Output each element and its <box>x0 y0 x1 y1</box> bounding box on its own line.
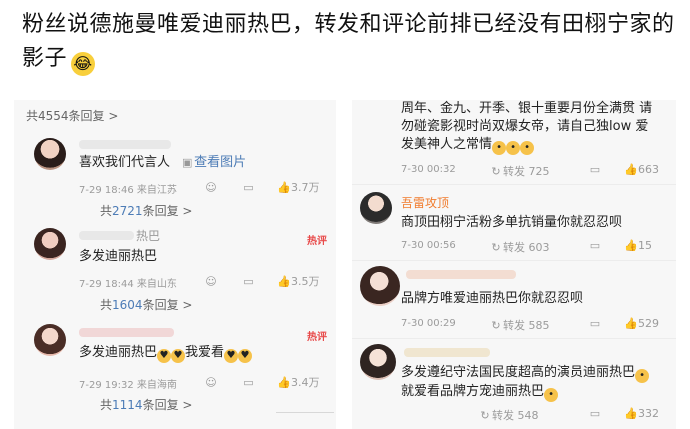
divider <box>352 184 676 185</box>
blurred-username <box>79 231 134 240</box>
comment-text: 多发迪丽热巴 <box>79 249 158 264</box>
smile-emoji-icon: • <box>544 388 559 402</box>
like-count: 3.5万 <box>291 275 320 288</box>
comment-icon[interactable]: ▭ <box>588 317 602 331</box>
avatar[interactable] <box>360 266 400 306</box>
cheering-emoji-icon: ♥ <box>224 349 239 363</box>
divider <box>352 338 676 339</box>
comment-icon[interactable]: ▭ <box>588 239 602 253</box>
left-comment-panel: 共4554条回复 > 喜欢我们代言人 ▣ 查看图片 7-29 18:46 来自江苏… <box>14 100 336 429</box>
comment-replies-link[interactable]: 共1604条回复 > <box>100 296 192 313</box>
scroll-track <box>276 412 334 413</box>
comment-text: 多发遵纪守法国民度超高的演员迪丽热巴 • 就爱看品牌方宠迪丽热巴 • <box>401 364 671 402</box>
headline-text: 粉丝说德施曼唯爱迪丽热巴，转发和评论前排已经没有田栩宁家的影子 <box>22 12 675 71</box>
repost-icon: ↻ <box>480 409 490 422</box>
view-image-link[interactable]: ▣ 查看图片 <box>180 155 246 170</box>
avatar[interactable] <box>34 228 66 260</box>
blurred-username <box>79 140 171 149</box>
like-action[interactable]: 👍15 <box>624 239 652 253</box>
like-count: 3.4万 <box>291 376 320 389</box>
username-suffix: 热巴 <box>136 229 161 243</box>
blurred-username <box>406 270 516 279</box>
comment-actions: ☺ ▭ 👍3.7万 <box>204 179 320 195</box>
comment-replies-link[interactable]: 共2721条回复 > <box>100 202 192 219</box>
thumb-up-icon[interactable]: 👍 <box>277 181 291 195</box>
comment-actions: ☺ ▭ 👍3.4万 <box>204 374 320 390</box>
intro-post-text: 周年、金九、开季、银十重要月份全满贯 请 勿碰瓷影视时尚双爆女帝，请自己独low… <box>401 101 653 155</box>
like-action[interactable]: 👍529 <box>624 317 659 331</box>
blurred-username <box>79 328 174 337</box>
sob-emoji-icon: • <box>520 141 535 155</box>
avatar[interactable] <box>360 192 392 224</box>
comment-icon[interactable]: ▭ <box>242 275 256 289</box>
emoji-reaction-icon[interactable]: ☺ <box>204 181 218 195</box>
image-icon: ▣ <box>181 156 193 169</box>
headline: 粉丝说德施曼唯爱迪丽热巴，转发和评论前排已经没有田栩宁家的影子 😂 <box>22 8 682 76</box>
repost-icon: ↻ <box>491 319 501 332</box>
comment-icon[interactable]: ▭ <box>242 376 256 390</box>
sob-emoji-icon: • <box>506 141 521 155</box>
comment-actions: ☺ ▭ 👍3.5万 <box>204 273 320 289</box>
thumb-up-icon[interactable]: 👍 <box>277 376 291 390</box>
avatar[interactable] <box>34 138 66 170</box>
hot-comment-tag: 热评 <box>307 236 327 247</box>
sob-emoji-icon: • <box>492 141 507 155</box>
right-comment-panel: 周年、金九、开季、银十重要月份全满贯 请 勿碰瓷影视时尚双爆女帝，请自己独low… <box>352 100 676 429</box>
comment-icon[interactable]: ▭ <box>242 181 256 195</box>
comment-time: 7-30 00:56 <box>401 240 456 251</box>
emoji-reaction-icon[interactable]: ☺ <box>204 376 218 390</box>
comment-text: 喜欢我们代言人 ▣ 查看图片 <box>79 155 247 170</box>
comment-replies-link[interactable]: 共1114条回复 > <box>100 396 192 413</box>
comment-icon[interactable]: ▭ <box>588 163 602 177</box>
divider <box>352 260 676 261</box>
comment-meta: 7-29 19:32 来自海南 <box>79 380 177 391</box>
cheering-emoji-icon: ♥ <box>238 349 253 363</box>
cheering-emoji-icon: ♥ <box>157 349 172 363</box>
like-action[interactable]: 👍332 <box>624 407 659 421</box>
comment-text: 多发迪丽热巴 ♥ ♥ 我爱看 ♥ ♥ <box>79 344 253 363</box>
comment-meta: 7-29 18:46 来自江苏 <box>79 185 177 196</box>
thumb-up-icon[interactable]: 👍 <box>277 275 291 289</box>
comment-icon[interactable]: ▭ <box>588 407 602 421</box>
like-count: 3.7万 <box>291 181 320 194</box>
emoji-reaction-icon[interactable]: ☺ <box>204 275 218 289</box>
avatar[interactable] <box>360 344 396 380</box>
repost-action[interactable]: ↻ 转发 603 <box>489 239 549 255</box>
repost-icon: ↻ <box>491 241 501 254</box>
avatar[interactable] <box>34 324 66 356</box>
repost-icon: ↻ <box>491 165 501 178</box>
repost-action[interactable]: ↻ 转发 725 <box>489 163 549 179</box>
thumb-up-icon: 👍 <box>624 239 638 252</box>
top-replies-link[interactable]: 共4554条回复 > <box>26 107 118 124</box>
comment-meta: 7-29 18:44 来自山东 <box>79 279 177 290</box>
thumb-up-icon: 👍 <box>624 407 638 420</box>
hot-comment-tag: 热评 <box>307 332 327 343</box>
blurred-username <box>404 348 490 357</box>
post-time: 7-30 00:32 <box>401 164 456 175</box>
comment-text: 品牌方唯爱迪丽热巴你就忍忍呗 <box>401 291 584 306</box>
thumb-up-icon: 👍 <box>624 163 638 176</box>
comment-time: 7-30 00:29 <box>401 318 456 329</box>
repost-action[interactable]: ↻ 转发 585 <box>489 317 549 333</box>
like-action[interactable]: 👍663 <box>624 163 659 177</box>
smile-emoji-icon: • <box>635 369 650 383</box>
laugh-cry-emoji-icon: 😂 <box>71 52 96 76</box>
repost-action[interactable]: ↻ 转发 548 <box>478 407 538 423</box>
cheering-emoji-icon: ♥ <box>171 349 186 363</box>
username[interactable]: 吾雷攻顶 <box>401 194 449 211</box>
comment-text: 商顶田栩宁活粉多单抗销量你就忍忍呗 <box>401 215 623 230</box>
thumb-up-icon: 👍 <box>624 317 638 330</box>
